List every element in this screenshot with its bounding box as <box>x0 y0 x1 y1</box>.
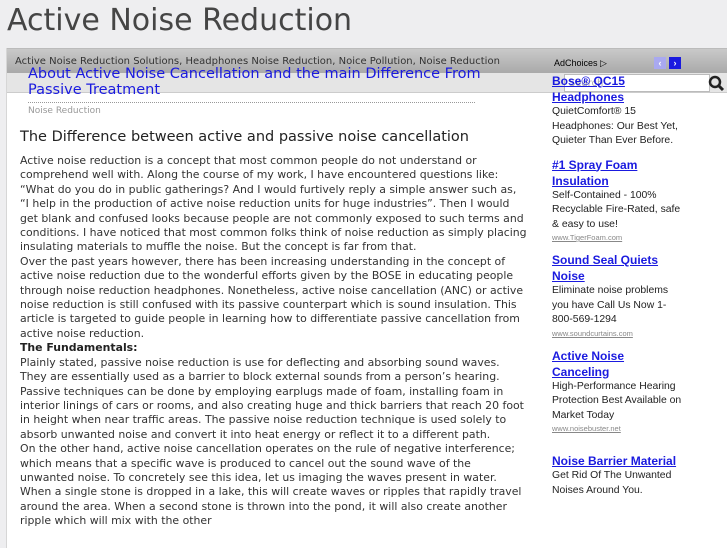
subheading: The Fundamentals: <box>20 341 138 355</box>
article-heading: The Difference between active and passiv… <box>20 129 469 145</box>
ad-description: Get Rid Of The Unwanted Noises Around Yo… <box>552 470 672 496</box>
ad-url[interactable]: www.noisebuster.net <box>552 423 682 435</box>
ad-item: Bose® QC15 Headphones QuietComfort® 15 He… <box>552 73 682 149</box>
paragraph: Active noise reduction is a concept that… <box>20 154 527 254</box>
ad-title-link[interactable]: Bose® QC15 Headphones <box>552 73 682 105</box>
ad-title-link[interactable]: #1 Spray Foam Insulation <box>552 157 682 189</box>
ad-item: Sound Seal Quiets Noise Eliminate noise p… <box>552 252 682 340</box>
paragraph: Plainly stated, passive noise reduction … <box>20 355 524 441</box>
ad-item: #1 Spray Foam Insulation Self-Contained -… <box>552 157 682 245</box>
ad-description: Self-Contained - 100% Recyclable Fire-Ra… <box>552 189 681 230</box>
divider <box>28 102 475 103</box>
adchoices-text: AdChoices <box>554 58 598 68</box>
ad-url[interactable]: www.soundcurtains.com <box>552 328 682 340</box>
ad-url[interactable]: www.TigerFoam.com <box>552 232 682 244</box>
paragraph: Over the past years however, there has b… <box>20 254 524 340</box>
adchoices-icon: ▷ <box>600 58 607 68</box>
search-button[interactable] <box>706 74 726 92</box>
prev-ad-button[interactable]: ‹ <box>654 57 666 69</box>
article: About Active Noise Cancellation and the … <box>20 66 530 529</box>
ad-item: Noise Barrier Material Get Rid Of The Unw… <box>552 453 682 498</box>
ad-item: Active Noise Canceling High-Performance H… <box>552 348 682 436</box>
ad-title-link[interactable]: Noise Barrier Material <box>552 453 682 469</box>
paragraph: On the other hand, active noise cancella… <box>20 442 522 528</box>
adchoices-label[interactable]: AdChoices ▷ <box>554 58 607 69</box>
post-title-link[interactable]: About Active Noise Cancellation and the … <box>20 66 530 98</box>
ad-description: Eliminate noise problems you have Call U… <box>552 285 669 325</box>
ad-description: QuietComfort® 15 Headphones: Our Best Ye… <box>552 106 678 146</box>
ad-title-link[interactable]: Sound Seal Quiets Noise <box>552 252 682 284</box>
next-ad-button[interactable]: › <box>669 57 681 69</box>
site-title[interactable]: Active Noise Reduction <box>7 3 352 38</box>
post-category[interactable]: Noise Reduction <box>20 106 530 116</box>
ad-description: High-Performance Hearing Protection Best… <box>552 380 682 421</box>
ad-title-link[interactable]: Active Noise Canceling <box>552 348 682 380</box>
search-icon <box>708 75 725 92</box>
ad-sidebar: AdChoices ▷ ‹ › Bose® QC15 Headphones Qui… <box>552 56 682 506</box>
